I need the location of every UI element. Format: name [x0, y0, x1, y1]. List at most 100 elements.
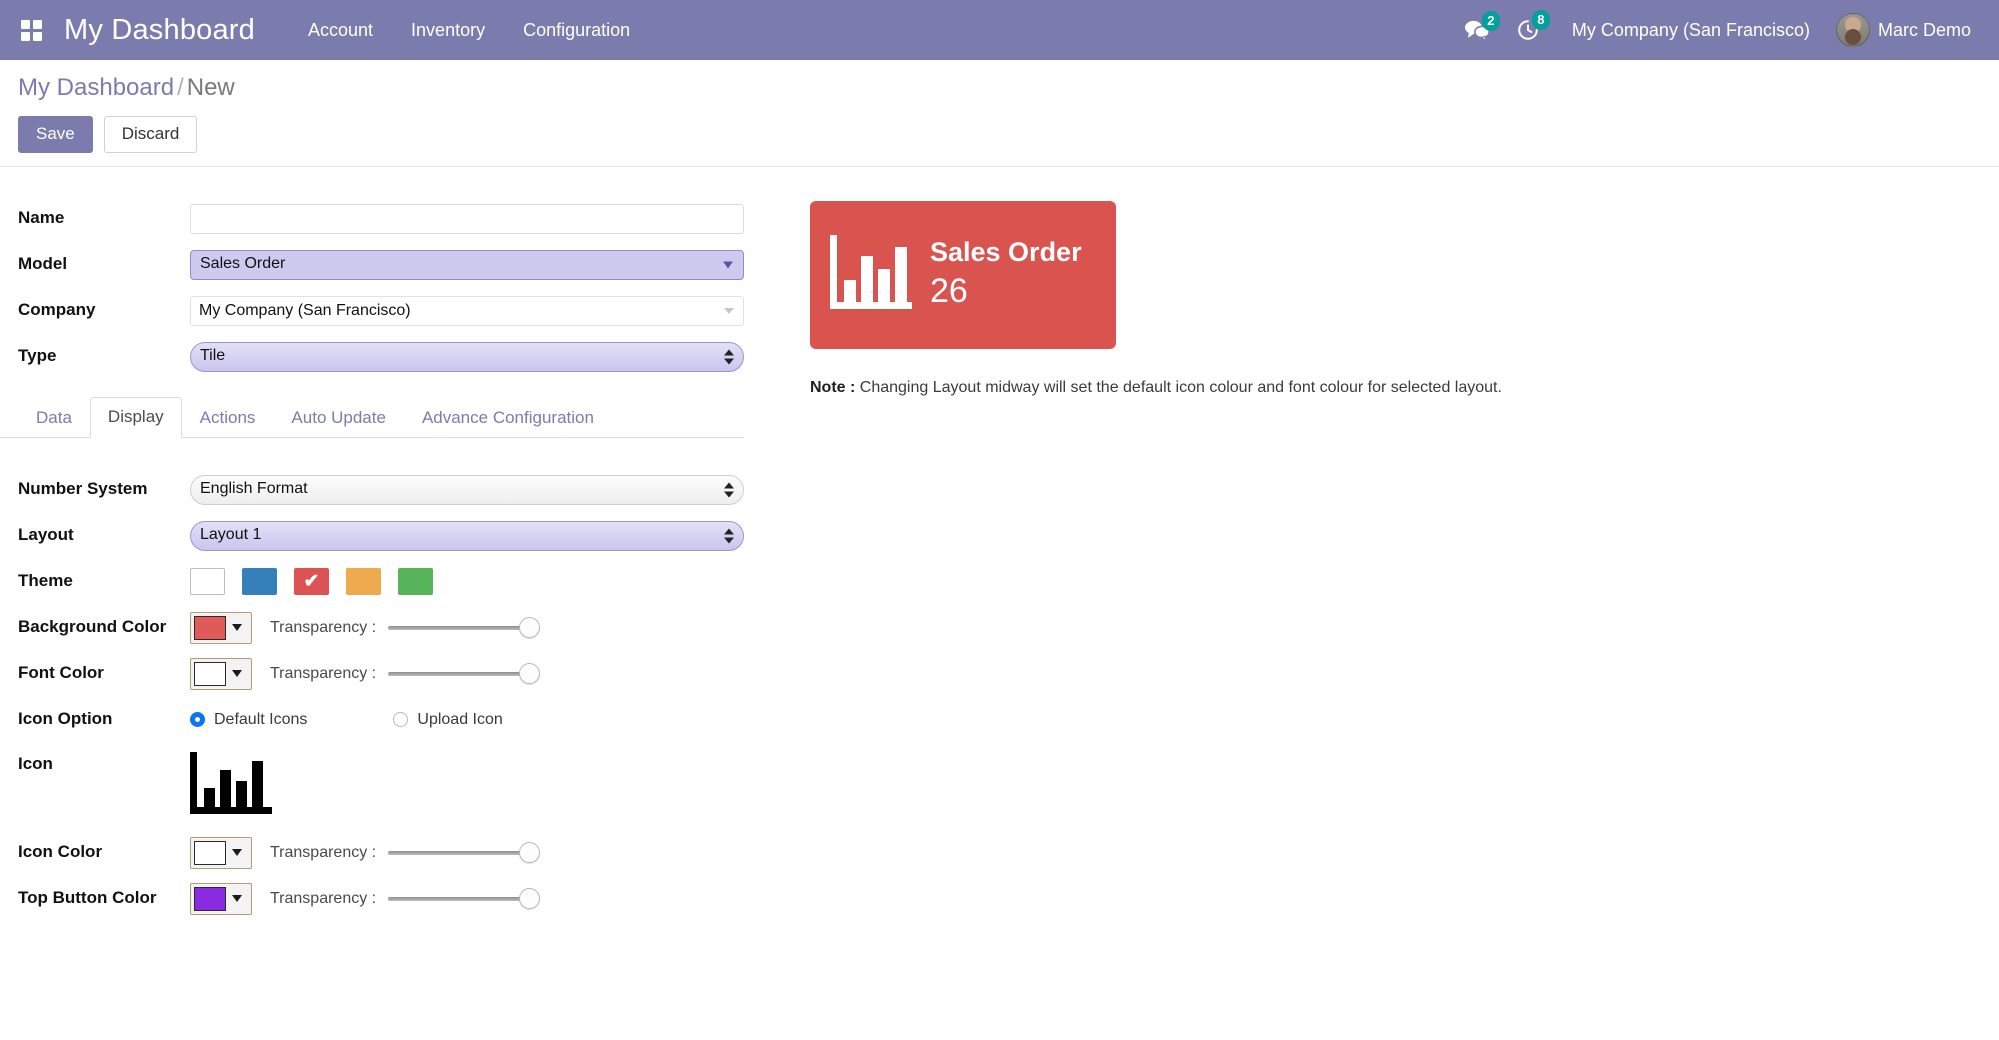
field-type: Type Tile [0, 339, 790, 375]
form-left-column: Name Model Sales Order Company My Compan… [0, 201, 790, 927]
font-color-picker[interactable] [190, 657, 252, 690]
company-value: My Company (San Francisco) [199, 301, 411, 319]
icon-color-picker[interactable] [190, 836, 252, 869]
radio-default-icons-label: Default Icons [214, 710, 308, 728]
top-button-transparency-slider[interactable] [388, 888, 541, 910]
font-transparency-label: Transparency : [270, 664, 377, 682]
field-icon: Icon [0, 748, 790, 825]
chevron-down-icon [226, 615, 248, 640]
chevron-down-icon [226, 840, 248, 865]
bar-chart-icon [830, 235, 912, 310]
tab-data[interactable]: Data [18, 398, 90, 438]
menu-item-account[interactable]: Account [289, 12, 392, 49]
avatar [1835, 13, 1870, 47]
label-model: Model [18, 254, 68, 274]
background-color-picker[interactable] [190, 611, 252, 644]
slider-handle[interactable] [519, 663, 541, 685]
label-number-system: Number System [18, 479, 148, 499]
tab-display[interactable]: Display [89, 396, 182, 438]
notebook: Data Display Actions Auto Update Advance… [0, 396, 790, 917]
radio-indicator[interactable] [393, 712, 409, 728]
slider-handle[interactable] [519, 888, 541, 910]
stepper-arrows-icon [724, 349, 734, 365]
layout-value: Layout 1 [200, 526, 262, 544]
theme-swatch-green[interactable] [398, 568, 433, 596]
icon-preview[interactable] [190, 748, 272, 825]
form-sheet: Name Model Sales Order Company My Compan… [0, 167, 1999, 927]
field-name: Name [0, 201, 790, 237]
discard-button[interactable]: Discard [103, 116, 198, 153]
number-system-select[interactable]: English Format [190, 474, 744, 505]
chevron-down-icon [723, 261, 733, 269]
label-background-color: Background Color [18, 617, 167, 637]
field-icon-color: Icon Color Transparency : [0, 835, 790, 871]
slider-track [388, 850, 537, 855]
activities-menu[interactable]: 8 [1506, 10, 1556, 46]
slider-track [388, 671, 537, 676]
notebook-tabs: Data Display Actions Auto Update Advance… [0, 396, 744, 438]
label-top-button-color: Top Button Color [18, 888, 157, 908]
messages-menu[interactable]: 2 [1454, 11, 1506, 45]
messages-badge: 2 [1481, 11, 1500, 31]
breadcrumb-current: New [186, 74, 235, 101]
slider-handle[interactable] [519, 617, 541, 639]
label-company: Company [18, 300, 96, 320]
top-navbar: My Dashboard Account Inventory Configura… [0, 0, 1999, 60]
top-button-color-swatch [194, 886, 226, 911]
theme-swatch-list: ✔ [190, 568, 433, 596]
save-button[interactable]: Save [18, 116, 93, 153]
user-name: Marc Demo [1877, 19, 1971, 40]
theme-swatch-white[interactable] [190, 568, 225, 596]
tab-actions[interactable]: Actions [182, 398, 274, 438]
top-button-transparency-label: Transparency : [270, 889, 377, 907]
icon-transparency-slider[interactable] [388, 842, 541, 864]
background-transparency-slider[interactable] [388, 617, 541, 639]
tab-auto-update[interactable]: Auto Update [273, 398, 404, 438]
icon-transparency-label: Transparency : [270, 843, 377, 861]
radio-upload-icon[interactable]: Upload Icon [393, 711, 503, 729]
slider-track [388, 625, 537, 630]
font-color-swatch [194, 661, 226, 686]
breadcrumb-root[interactable]: My Dashboard [18, 74, 174, 101]
control-panel: My Dashboard / New Save Discard [0, 60, 1999, 167]
theme-swatch-red[interactable]: ✔ [294, 568, 329, 596]
label-icon: Icon [18, 753, 53, 773]
breadcrumb: My Dashboard / New [18, 74, 1981, 102]
navbar-right: 2 8 My Company (San Francisco) Marc Demo [1454, 9, 1977, 51]
top-button-color-picker[interactable] [190, 882, 252, 915]
display-tab-content: Number System English Format Layout Layo… [0, 438, 790, 917]
name-input[interactable] [190, 203, 744, 234]
label-type: Type [18, 346, 57, 366]
field-theme: Theme ✔ [0, 564, 790, 600]
menu-item-inventory[interactable]: Inventory [392, 12, 504, 49]
slider-handle[interactable] [519, 842, 541, 864]
model-select[interactable]: Sales Order [190, 249, 744, 280]
company-input[interactable]: My Company (San Francisco) [190, 295, 744, 326]
radio-default-icons[interactable]: Default Icons [190, 711, 307, 729]
tab-advance-configuration[interactable]: Advance Configuration [404, 398, 612, 438]
type-select[interactable]: Tile [190, 341, 744, 372]
theme-swatch-blue[interactable] [242, 568, 277, 596]
tile-icon [830, 235, 912, 314]
apps-menu-toggle[interactable] [14, 13, 48, 47]
field-top-button-color: Top Button Color Transparency : [0, 881, 790, 917]
company-switcher[interactable]: My Company (San Francisco) [1556, 14, 1826, 47]
brand-title[interactable]: My Dashboard [64, 14, 255, 47]
tile-preview[interactable]: Sales Order 26 [810, 200, 1116, 349]
theme-swatch-orange[interactable] [346, 568, 381, 596]
layout-select[interactable]: Layout 1 [190, 520, 744, 551]
label-layout: Layout [18, 525, 74, 545]
tile-texts: Sales Order 26 [930, 237, 1082, 313]
stepper-arrows-icon [724, 528, 734, 544]
field-icon-option: Icon Option Default Icons Upload Icon [0, 702, 790, 738]
menu-item-configuration[interactable]: Configuration [504, 12, 649, 49]
tile-title: Sales Order [930, 236, 1082, 267]
user-menu[interactable]: Marc Demo [1826, 9, 1977, 51]
label-icon-color: Icon Color [18, 842, 103, 862]
field-layout: Layout Layout 1 [0, 518, 790, 554]
bar-chart-icon [190, 751, 272, 814]
font-transparency-slider[interactable] [388, 663, 541, 685]
radio-indicator[interactable] [190, 712, 205, 728]
icon-color-swatch [194, 840, 226, 865]
main-menu: Account Inventory Configuration [289, 12, 649, 49]
